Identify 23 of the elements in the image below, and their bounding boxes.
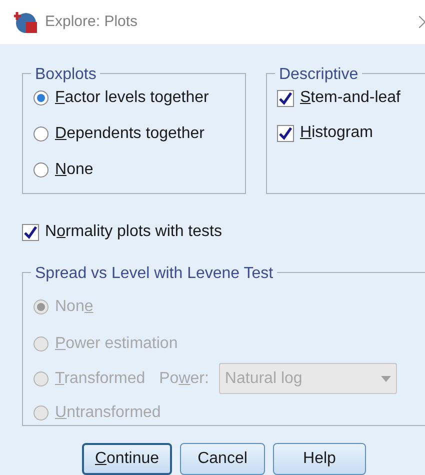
caret-icon [380,376,391,382]
option-label: Power estimation [55,334,178,354]
app-icon [14,10,38,34]
option-label: Untransformed [55,403,161,423]
option-label: Histogram [300,123,373,143]
option-label: Dependents together [55,124,204,144]
option-label: Normality plots with tests [45,222,222,242]
option-label: Transformed [55,368,146,388]
window-title: Explore: Plots [45,12,138,32]
option-label: None [55,160,94,180]
dialog-button[interactable]: Continue [82,443,172,475]
checkbox[interactable] [277,124,294,142]
checkbox[interactable] [277,90,294,106]
checkbox[interactable] [22,224,39,240]
option-label: None [55,297,94,317]
option-label: Factor levels together [55,88,209,108]
power-label: Power: [159,368,209,388]
dialog-button[interactable]: Cancel [180,443,265,475]
radio-button[interactable] [33,126,49,142]
dialog-button[interactable]: Help [273,443,366,475]
option-label: Stem-and-leaf [300,88,400,108]
radio-button[interactable] [33,90,49,106]
radio-button[interactable] [33,162,49,178]
